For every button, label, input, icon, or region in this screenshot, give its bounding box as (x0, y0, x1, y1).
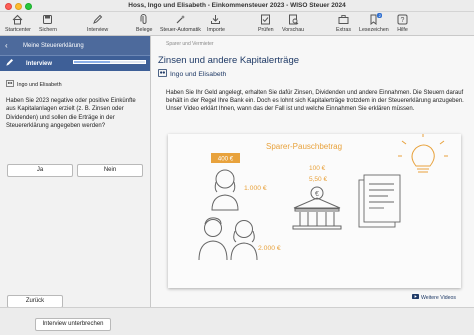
weitere-videos-link[interactable]: Weitere Videos (412, 294, 456, 301)
sichern-button[interactable]: Sichern (39, 14, 57, 33)
main-content: Sparer und Vermieter Zinsen und andere K… (151, 36, 474, 307)
interview-button[interactable]: Interview (87, 14, 108, 33)
hilfe-label: Hilfe (397, 27, 408, 33)
amount-5: 2.000 € (258, 245, 281, 252)
lesezeichen-button[interactable]: 2 Lesezeichen (359, 13, 389, 33)
toolbox-icon (338, 14, 349, 25)
sidebar: ‹ Meine Steuererklärung Interview Ingo u… (0, 36, 151, 335)
explainer-video[interactable]: Sparer-Pauschbetrag 400 € 1.000 € 100 € … (168, 134, 461, 288)
steuer-automatik-label: Steuer-Automatik (160, 27, 201, 33)
sidebar-header-label: Meine Steuererklärung (23, 42, 84, 49)
page-title: Zinsen und andere Kapitalerträge (158, 55, 300, 66)
extras-label: Extras (336, 27, 352, 33)
amount-3: 100 € (309, 165, 326, 172)
interview-unterbrechen-button[interactable]: Interview unterbrechen (35, 318, 111, 331)
man-icon (198, 217, 228, 261)
toolbar: Startcenter Sichern Interview Belege Ste… (0, 12, 474, 36)
nein-button[interactable]: Nein (77, 164, 143, 177)
interview-question: Haben Sie 2023 negative oder positive Ei… (6, 98, 136, 129)
paperclip-icon (139, 14, 150, 25)
importe-label: Importe (207, 27, 225, 33)
import-icon (210, 14, 221, 25)
title-bar: Hoss, Ingo und Elisabeth - Einkommensteu… (0, 0, 474, 12)
steuer-automatik-button[interactable]: Steuer-Automatik (160, 14, 201, 33)
amount-4: 5,50 € (309, 176, 327, 183)
woman-icon (211, 169, 239, 211)
video-heading: Sparer-Pauschbetrag (266, 142, 342, 151)
weitere-videos-label: Weitere Videos (421, 294, 456, 301)
lesezeichen-label: Lesezeichen (359, 27, 389, 33)
amount-1: 400 € (218, 156, 234, 163)
coin-icon: € (310, 186, 324, 200)
video-illustration: Sparer-Pauschbetrag 400 € 1.000 € 100 € … (198, 134, 448, 261)
hilfe-button[interactable]: ? Hilfe (397, 14, 408, 33)
pruefen-label: Prüfen (258, 27, 274, 33)
breadcrumb: Sparer und Vermieter (166, 41, 214, 47)
woman-2-icon (230, 220, 258, 261)
play-icon (412, 294, 419, 301)
tax-form-icon (358, 174, 401, 228)
ja-button[interactable]: Ja (7, 164, 73, 177)
startcenter-label: Startcenter (5, 27, 31, 33)
pen-icon (92, 14, 103, 25)
sidebar-persons-label: Ingo und Elisabeth (17, 81, 62, 88)
svg-text:?: ? (401, 17, 405, 24)
footer-bar: Interview unterbrechen (0, 307, 474, 335)
vorschau-label: Vorschau (282, 27, 305, 33)
extras-button[interactable]: Extras (336, 14, 351, 33)
home-icon (12, 14, 23, 25)
sidebar-item-label: Interview (26, 60, 53, 67)
persons-icon (6, 80, 14, 89)
interview-progress-bar (73, 60, 146, 64)
startcenter-button[interactable]: Startcenter (5, 14, 31, 33)
sichern-label: Sichern (39, 27, 57, 33)
progress-fill (74, 61, 110, 63)
main-persons-label: Ingo und Elisabeth (170, 70, 227, 78)
lightbulb-icon (398, 134, 448, 173)
amount-2: 1.000 € (244, 185, 267, 192)
main-persons: Ingo und Elisabeth (158, 69, 226, 79)
sidebar-header[interactable]: ‹ Meine Steuererklärung (0, 36, 150, 55)
magic-wand-icon (175, 14, 186, 25)
pruefen-button[interactable]: Prüfen (258, 14, 274, 33)
bank-icon (292, 197, 342, 230)
pen-icon (5, 58, 14, 69)
bookmark-count-badge: 2 (377, 13, 383, 18)
intro-text: Haben Sie Ihr Geld angelegt, erhalten Si… (166, 90, 464, 112)
coin-symbol: € (315, 191, 319, 198)
persons-icon (158, 69, 167, 79)
help-icon: ? (397, 14, 408, 25)
interview-label: Interview (87, 27, 109, 33)
belege-label: Belege (136, 27, 153, 33)
sidebar-persons: Ingo und Elisabeth (6, 80, 144, 89)
vorschau-button[interactable]: Vorschau (282, 14, 304, 33)
back-arrow-icon: ‹ (5, 40, 8, 50)
save-icon (42, 14, 53, 25)
belege-button[interactable]: Belege (136, 14, 153, 33)
preview-icon (288, 14, 299, 25)
importe-button[interactable]: Importe (207, 14, 225, 33)
bookmark-icon: 2 (368, 13, 383, 25)
checklist-icon (260, 14, 271, 25)
window-title: Hoss, Ingo und Elisabeth - Einkommensteu… (128, 2, 346, 9)
